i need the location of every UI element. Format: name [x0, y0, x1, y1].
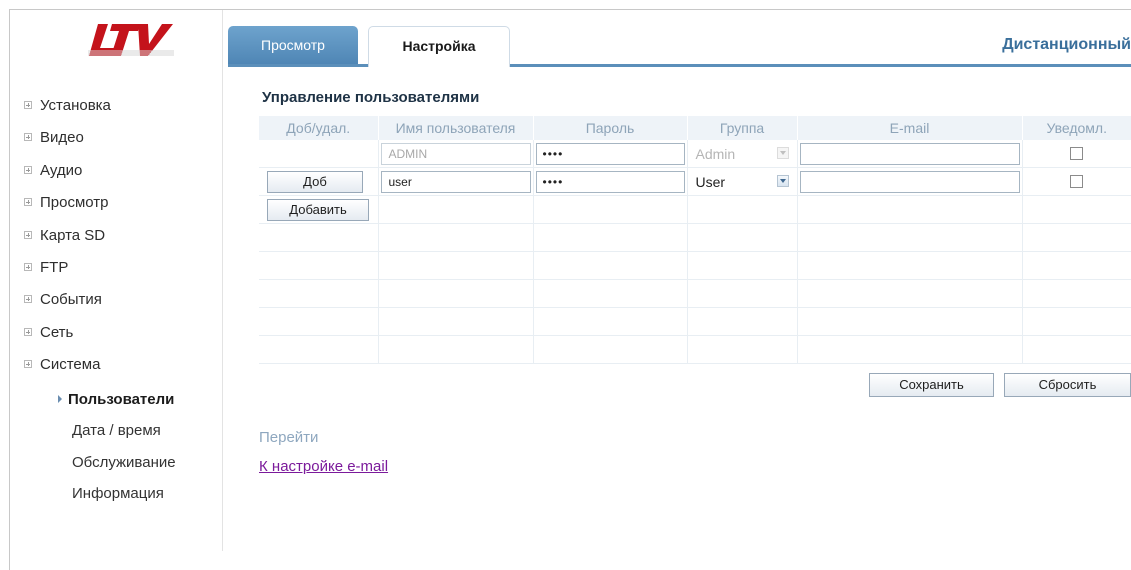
- sidebar-subitem-label: Дата / время: [72, 422, 161, 440]
- expand-icon: [24, 101, 32, 110]
- users-table: Доб/удал. Имя пользователя Пароль Группа…: [259, 116, 1131, 364]
- table-row: [259, 251, 1131, 280]
- email-field[interactable]: [799, 142, 1020, 165]
- add-user-button[interactable]: Добавить: [267, 198, 369, 221]
- sidebar-item-label: События: [40, 291, 102, 309]
- expand-icon: [24, 198, 32, 207]
- sidebar-subitem-maintenance[interactable]: Обслуживание: [72, 453, 176, 484]
- page-title: Управление пользователями: [262, 89, 480, 106]
- sidebar: Установка Видео Аудио Просмотр Карта SD …: [10, 10, 223, 551]
- sidebar-item-label: Видео: [40, 129, 84, 147]
- goto-label: Перейти: [259, 429, 319, 446]
- column-header-add-remove: Доб/удал.: [259, 116, 379, 140]
- expand-icon: [24, 262, 32, 271]
- ltv-logo: [88, 22, 174, 58]
- sidebar-item-network[interactable]: Сеть: [24, 323, 111, 355]
- table-row: [259, 335, 1131, 364]
- sidebar-item-video[interactable]: Видео: [24, 128, 111, 160]
- expand-icon: [24, 295, 32, 304]
- expand-icon: [24, 165, 32, 174]
- table-row: [259, 279, 1131, 308]
- table-row: [259, 307, 1131, 336]
- expand-icon: [24, 327, 32, 336]
- password-field[interactable]: ••••: [535, 142, 685, 165]
- tab-view[interactable]: Просмотр: [228, 26, 358, 64]
- tab-settings[interactable]: Настройка: [368, 26, 510, 67]
- chevron-down-icon: [776, 146, 789, 159]
- add-row-button[interactable]: Доб: [267, 170, 363, 193]
- sidebar-item-label: FTP: [40, 258, 69, 276]
- column-header-notify: Уведомл.: [1022, 116, 1131, 140]
- column-header-username: Имя пользователя: [378, 116, 534, 140]
- sidebar-item-label: Сеть: [40, 323, 74, 341]
- sidebar-subitem-label: Информация: [72, 485, 164, 503]
- sidebar-item-label: Карта SD: [40, 226, 106, 244]
- reset-button[interactable]: Сбросить: [1004, 373, 1131, 397]
- sidebar-item-label: Аудио: [40, 161, 83, 179]
- sidebar-subitem-info[interactable]: Информация: [72, 484, 176, 515]
- table-row: [259, 223, 1131, 252]
- group-select[interactable]: User: [690, 171, 795, 193]
- table-row: ADMIN •••• Admin: [259, 140, 1131, 168]
- notify-checkbox[interactable]: [1070, 175, 1084, 188]
- email-field[interactable]: [799, 170, 1020, 193]
- arrow-right-icon: [58, 395, 62, 404]
- sidebar-menu: Установка Видео Аудио Просмотр Карта SD …: [24, 96, 111, 388]
- table-row: Доб user •••• User: [259, 167, 1131, 196]
- expand-icon: [24, 133, 32, 142]
- sidebar-item-system[interactable]: Система: [24, 355, 111, 387]
- add-remove-cell: [259, 140, 379, 168]
- system-submenu: Пользователи Дата / время Обслуживание И…: [58, 390, 176, 516]
- sidebar-item-label: Установка: [40, 97, 111, 114]
- expand-icon: [24, 230, 32, 239]
- group-select: Admin: [690, 143, 795, 165]
- table-header-row: Доб/удал. Имя пользователя Пароль Группа…: [259, 116, 1131, 140]
- sidebar-item-ftp[interactable]: FTP: [24, 258, 111, 290]
- sidebar-item-setup[interactable]: Установка: [24, 96, 111, 128]
- username-field: ADMIN: [380, 142, 531, 165]
- sidebar-subitem-datetime[interactable]: Дата / время: [72, 421, 176, 452]
- email-settings-link[interactable]: К настройке e-mail: [259, 458, 388, 475]
- group-select-value: User: [695, 173, 726, 190]
- group-select-value: Admin: [695, 145, 736, 162]
- column-header-email: E-mail: [797, 116, 1023, 140]
- sidebar-item-label: Просмотр: [40, 194, 109, 212]
- table-row: Добавить: [259, 195, 1131, 224]
- sidebar-subitem-label: Пользователи: [68, 391, 175, 408]
- sidebar-item-audio[interactable]: Аудио: [24, 161, 111, 193]
- password-field[interactable]: ••••: [535, 170, 685, 193]
- chevron-down-icon: [776, 174, 789, 187]
- column-header-group: Группа: [687, 116, 798, 140]
- notify-checkbox[interactable]: [1070, 147, 1084, 160]
- remote-title: Дистанционный: [1002, 36, 1131, 53]
- username-field[interactable]: user: [380, 170, 531, 193]
- sidebar-subitem-users[interactable]: Пользователи: [58, 390, 176, 421]
- top-tab-bar: Просмотр Настройка Дистанционный: [228, 26, 1131, 67]
- sidebar-item-sd-card[interactable]: Карта SD: [24, 226, 111, 258]
- expand-icon: [24, 360, 32, 369]
- sidebar-item-events[interactable]: События: [24, 290, 111, 322]
- sidebar-item-label: Система: [40, 356, 101, 374]
- column-header-password: Пароль: [533, 116, 688, 140]
- sidebar-subitem-label: Обслуживание: [72, 453, 176, 471]
- sidebar-item-view[interactable]: Просмотр: [24, 193, 111, 225]
- save-button[interactable]: Сохранить: [869, 373, 994, 397]
